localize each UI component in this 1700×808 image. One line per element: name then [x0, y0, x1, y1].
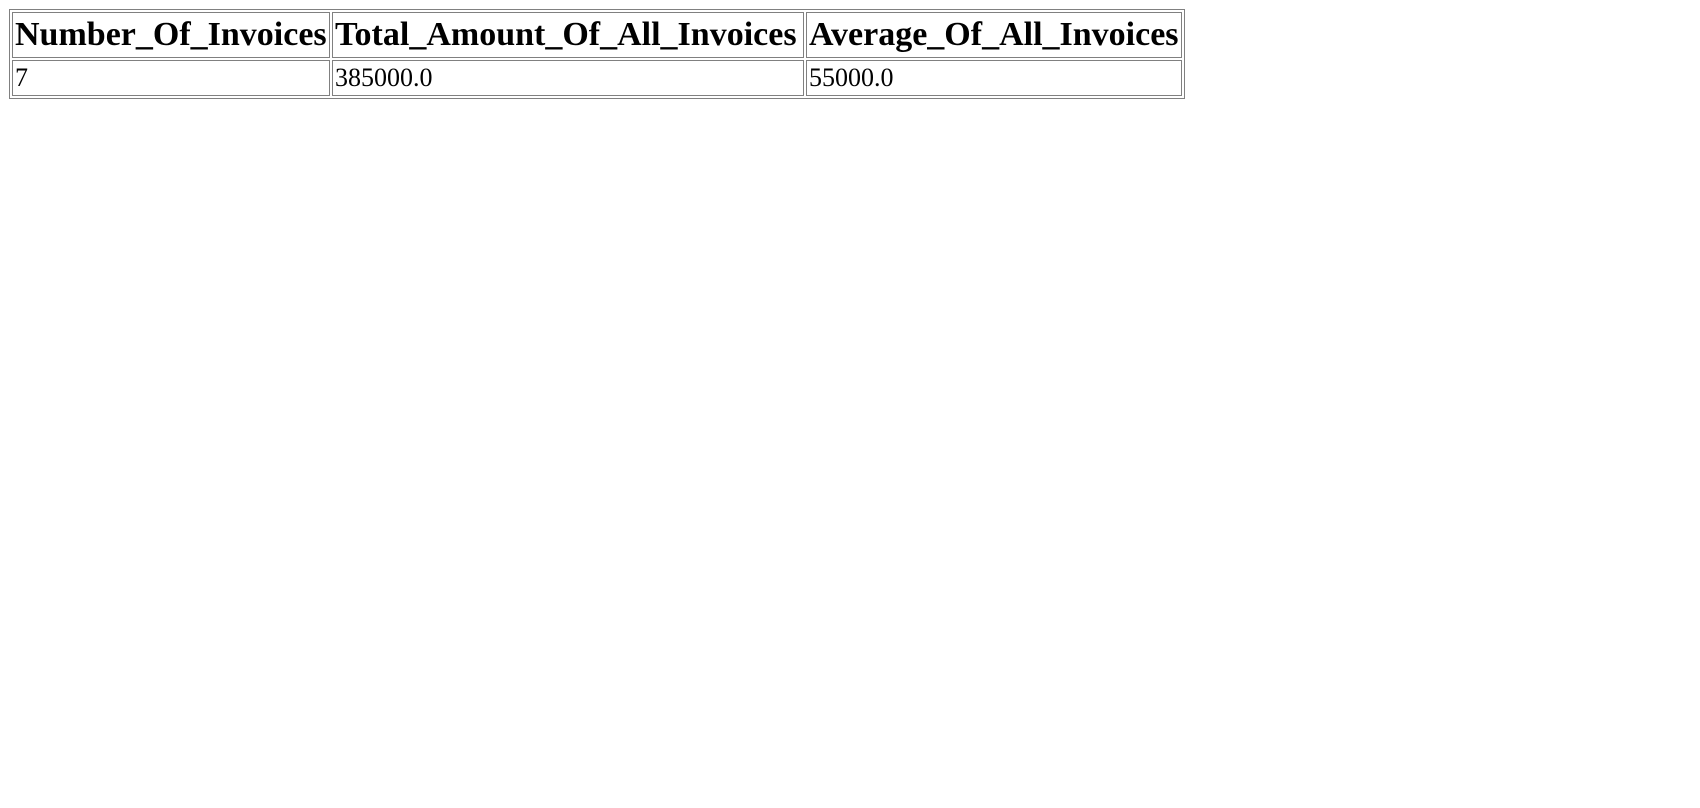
header-row: Number_Of_Invoices Total_Amount_Of_All_I…	[12, 12, 1182, 58]
table-header: Number_Of_Invoices Total_Amount_Of_All_I…	[12, 12, 1182, 58]
cell-average-of-all-invoices: 55000.0	[806, 60, 1182, 96]
table-row: 7 385000.0 55000.0	[12, 60, 1182, 96]
column-header-total-amount-of-all-invoices: Total_Amount_Of_All_Invoices	[332, 12, 804, 58]
cell-number-of-invoices: 7	[12, 60, 330, 96]
cell-total-amount-of-all-invoices: 385000.0	[332, 60, 804, 96]
query-result-table: Number_Of_Invoices Total_Amount_Of_All_I…	[9, 9, 1185, 99]
table-body: 7 385000.0 55000.0	[12, 60, 1182, 96]
column-header-average-of-all-invoices: Average_Of_All_Invoices	[806, 12, 1182, 58]
column-header-number-of-invoices: Number_Of_Invoices	[12, 12, 330, 58]
